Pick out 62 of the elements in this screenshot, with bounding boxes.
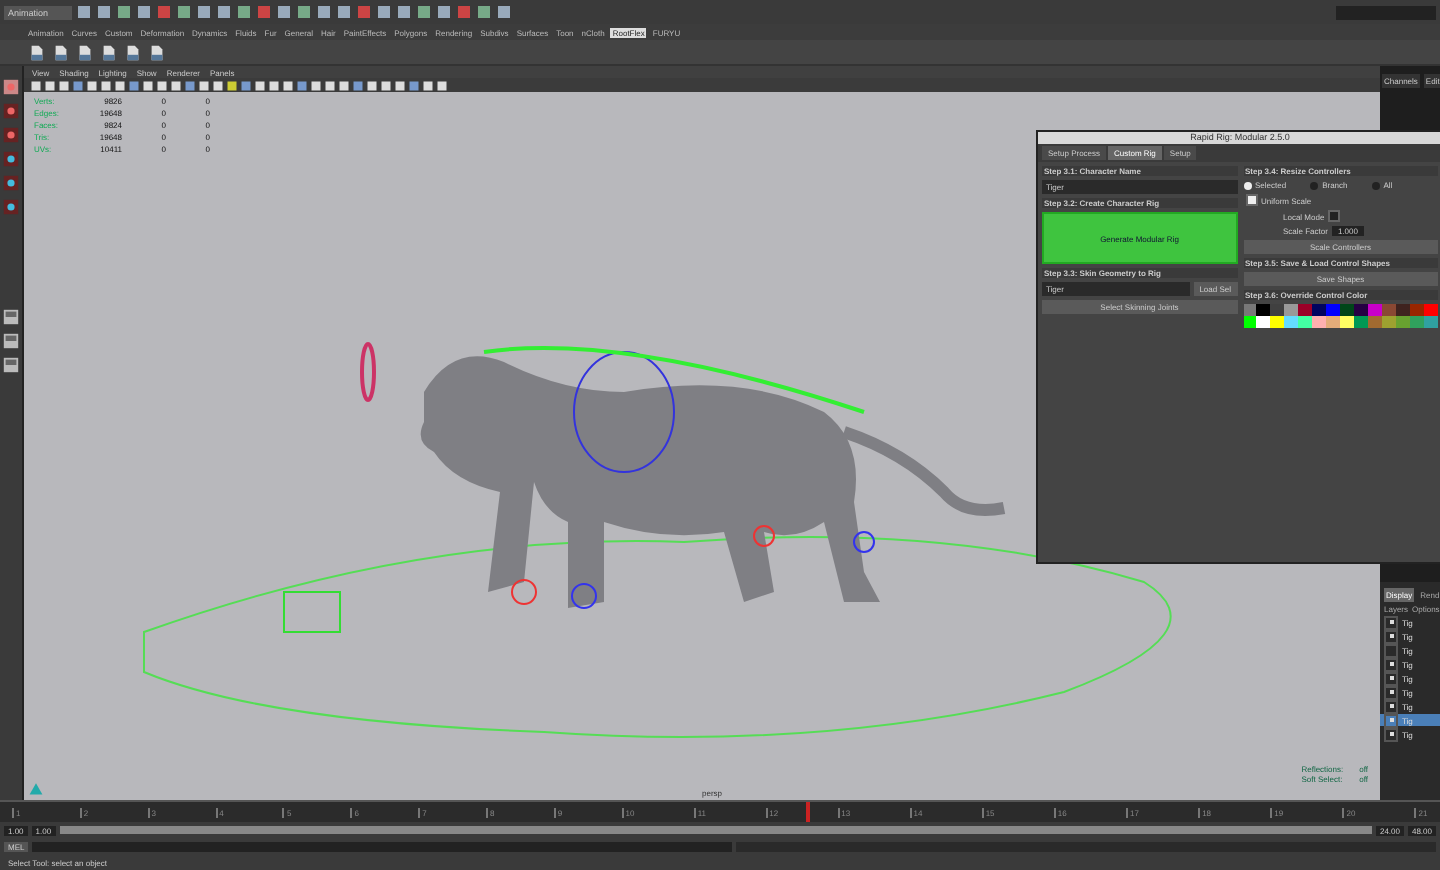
range-slider[interactable] <box>59 826 1372 834</box>
visibility-toggle[interactable] <box>1384 615 1398 629</box>
tool-icon[interactable] <box>2 78 20 96</box>
visibility-toggle[interactable] <box>1384 699 1398 713</box>
checkbox[interactable] <box>1245 194 1257 206</box>
visibility-toggle[interactable] <box>1384 727 1398 741</box>
color-swatch[interactable] <box>1243 316 1257 328</box>
layout-icon[interactable] <box>2 332 20 350</box>
current-frame-marker[interactable] <box>806 802 811 822</box>
color-swatch[interactable] <box>1326 304 1341 316</box>
color-swatch[interactable] <box>1284 316 1299 328</box>
color-swatch[interactable] <box>1298 304 1313 316</box>
visibility-toggle[interactable] <box>1384 643 1398 657</box>
layout-icon[interactable] <box>2 356 20 374</box>
color-swatch[interactable] <box>1340 316 1355 328</box>
color-swatch[interactable] <box>1340 304 1355 316</box>
radio-button[interactable] <box>1371 181 1380 189</box>
color-swatch[interactable] <box>1312 316 1327 328</box>
visibility-toggle[interactable] <box>1384 657 1398 671</box>
tool-icon[interactable] <box>2 126 20 144</box>
color-swatch[interactable] <box>1424 304 1438 316</box>
radio-button[interactable] <box>1243 181 1251 189</box>
shelf-icon[interactable] <box>52 43 70 61</box>
checkbox[interactable] <box>1328 210 1341 222</box>
color-swatch[interactable] <box>1270 304 1285 316</box>
color-swatch[interactable] <box>1298 316 1313 328</box>
visibility-toggle[interactable] <box>1384 629 1398 643</box>
input-field[interactable] <box>1336 5 1436 19</box>
color-swatch[interactable] <box>1410 316 1425 328</box>
color-swatch[interactable] <box>1382 316 1397 328</box>
shelf-icon[interactable] <box>124 43 142 61</box>
visibility-toggle[interactable] <box>1384 713 1398 727</box>
command-input-field[interactable] <box>32 841 733 851</box>
color-swatch[interactable] <box>1382 304 1397 316</box>
axis-icon <box>28 780 44 796</box>
color-swatch[interactable] <box>1424 316 1438 328</box>
tool-icon[interactable] <box>2 102 20 120</box>
visibility-toggle[interactable] <box>1384 685 1398 699</box>
color-swatch[interactable] <box>1368 304 1383 316</box>
color-swatch[interactable] <box>1284 304 1299 316</box>
color-swatch[interactable] <box>1256 304 1271 316</box>
visibility-toggle[interactable] <box>1384 671 1398 685</box>
color-swatch[interactable] <box>1396 304 1411 316</box>
color-swatch[interactable] <box>1354 316 1369 328</box>
color-swatch[interactable] <box>1396 316 1411 328</box>
shelf-icon[interactable] <box>76 43 94 61</box>
tool-icon[interactable] <box>2 150 20 168</box>
color-swatch[interactable] <box>1326 316 1341 328</box>
tool-icon[interactable] <box>2 174 20 192</box>
color-swatch[interactable] <box>1354 304 1369 316</box>
shelf-icon[interactable] <box>148 43 166 61</box>
color-swatch[interactable] <box>1270 316 1285 328</box>
color-swatch[interactable] <box>1312 304 1327 316</box>
shelf-icon[interactable] <box>28 43 46 61</box>
shelf-icon[interactable] <box>100 43 118 61</box>
color-swatch[interactable] <box>1410 304 1425 316</box>
radio-button[interactable] <box>1310 181 1319 189</box>
color-swatch[interactable] <box>1243 304 1257 316</box>
tool-icon[interactable] <box>2 198 20 216</box>
layout-icon[interactable] <box>2 308 20 326</box>
color-swatch[interactable] <box>1256 316 1271 328</box>
color-swatch[interactable] <box>1368 316 1383 328</box>
